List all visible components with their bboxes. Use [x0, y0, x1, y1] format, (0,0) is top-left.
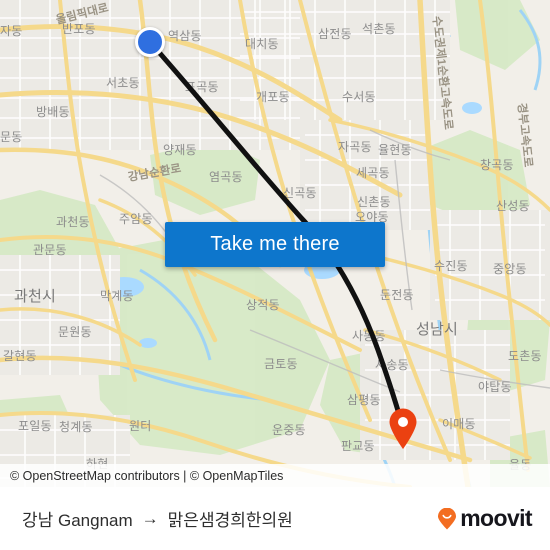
moovit-logo[interactable]: moovit: [436, 505, 533, 532]
footer-bar: 강남 Gangnam → 맑은샘경희한의원 moovit: [0, 487, 550, 550]
moovit-route-card: 올림픽대로 반포동 역삼동 대치동 삼전동 석촌동 자동 서초동 개포동 수서동 방배동 포곡동 문동 양…: [0, 0, 550, 550]
moovit-wordmark: moovit: [460, 505, 532, 531]
attribution-text: © OpenStreetMap contributors | © OpenMap…: [10, 468, 284, 483]
origin-dot-marker[interactable]: [135, 27, 165, 57]
map-pin-icon: [389, 408, 417, 449]
take-me-there-label: Take me there: [210, 233, 340, 255]
map-attribution: © OpenStreetMap contributors | © OpenMap…: [0, 464, 550, 487]
moovit-pin-icon: [438, 507, 457, 529]
destination-pin-marker[interactable]: [388, 408, 418, 455]
route-summary: 강남 Gangnam → 맑은샘경희한의원: [22, 506, 293, 531]
destination-name: 맑은샘경희한의원: [167, 511, 293, 530]
origin-name: 강남 Gangnam: [22, 511, 133, 530]
map-canvas[interactable]: 올림픽대로 반포동 역삼동 대치동 삼전동 석촌동 자동 서초동 개포동 수서동 방배동 포곡동 문동 양…: [0, 0, 550, 487]
take-me-there-button[interactable]: Take me there: [165, 222, 385, 267]
arrow-right-icon: →: [141, 509, 159, 528]
